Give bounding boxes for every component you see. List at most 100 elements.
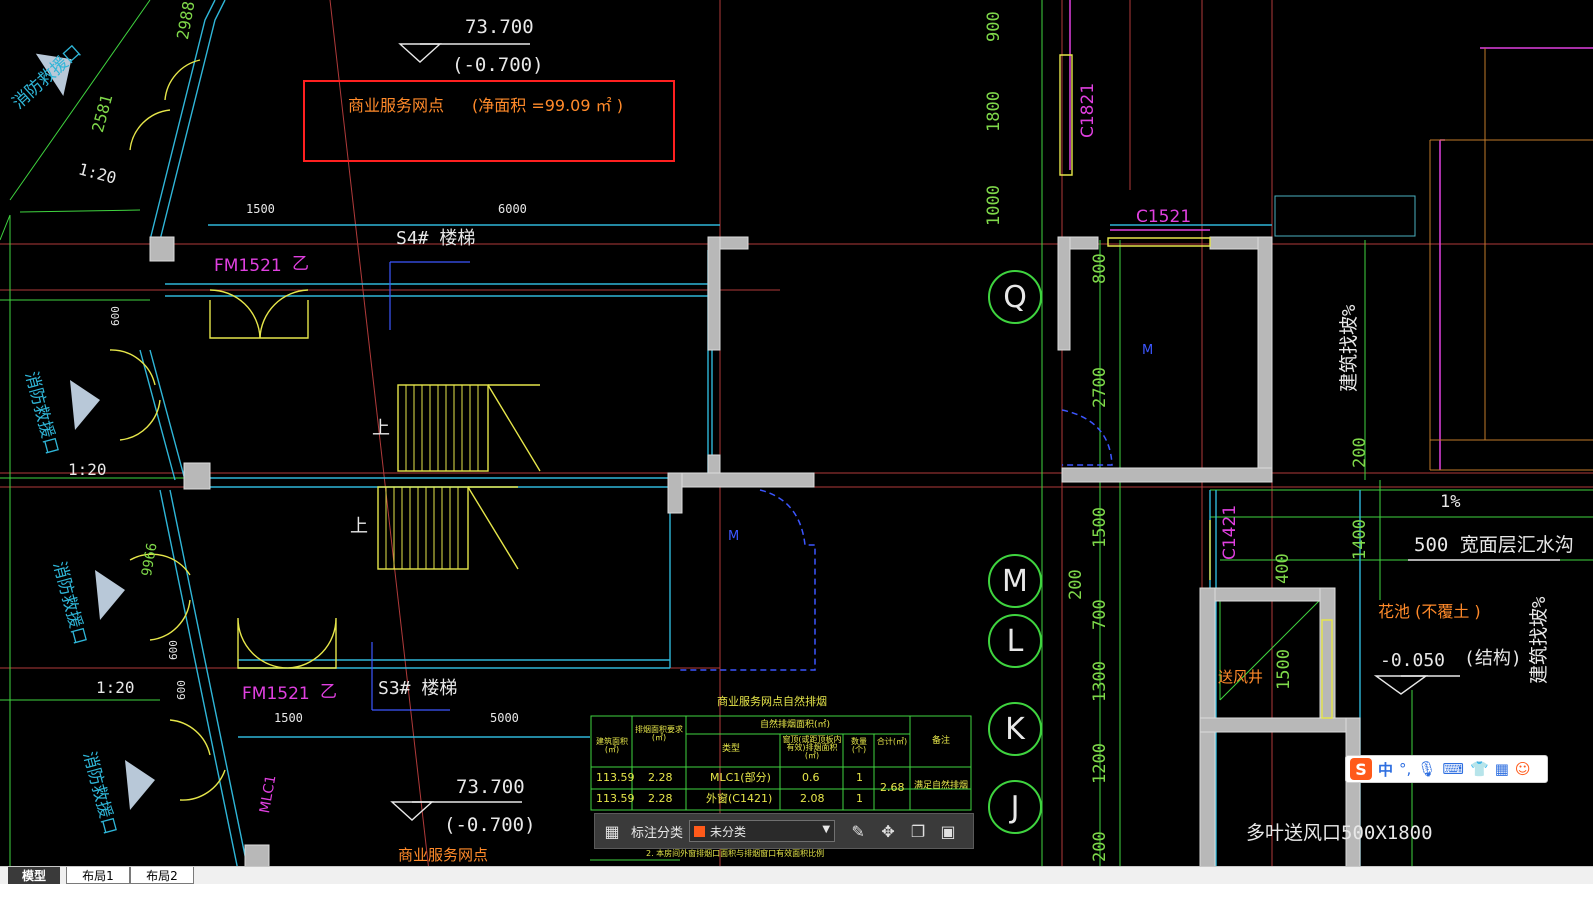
highlight-area: (净面积 =99.09 ㎡ ) bbox=[472, 96, 623, 115]
grid-icon[interactable]: ▦ bbox=[599, 818, 625, 844]
axis-bubble-k: K bbox=[988, 702, 1042, 756]
microphone-icon[interactable]: 🎙 bbox=[1417, 760, 1436, 778]
slope-label-3: 1:20 bbox=[96, 678, 135, 697]
table-cell: 满足自然排烟 bbox=[914, 781, 969, 791]
dimension-6000: 6000 bbox=[498, 202, 527, 216]
dimension-1200: 1200 bbox=[1090, 743, 1110, 784]
stair-s4-label: S4# 楼梯 bbox=[396, 228, 476, 249]
annotation-category-value: 未分类 bbox=[710, 824, 747, 839]
table-cell: 113.59 bbox=[596, 771, 635, 784]
table-header-remarks: 备注 bbox=[932, 736, 951, 746]
annotation-toolbar: ▦ 标注分类 未分类 ▼ ✎ ✥ ❐ ▣ bbox=[594, 813, 974, 849]
axis-bubble-l: L bbox=[988, 614, 1042, 668]
slope-text-1: 建筑找坡% bbox=[1338, 304, 1360, 392]
door-fm1521-top-grade: 乙 bbox=[292, 254, 309, 274]
table-cell: 113.59 bbox=[596, 792, 635, 805]
table-title: 商业服务网点自然排烟 bbox=[717, 695, 827, 708]
window-c1421: C1421 bbox=[1220, 504, 1240, 560]
door-fm1521-top: FM1521 bbox=[214, 256, 282, 276]
slope-percent: 1% bbox=[1440, 492, 1461, 512]
slope-label-2: 1:20 bbox=[68, 460, 107, 479]
door-fm1521-bottom: FM1521 bbox=[242, 684, 310, 704]
table-cell: 2.28 bbox=[648, 771, 673, 784]
dimension-400: 400 bbox=[1273, 553, 1293, 584]
dimension-1500-vertical: 1500 bbox=[1090, 507, 1110, 548]
table-cell: 1 bbox=[856, 771, 863, 784]
cad-drawing-canvas[interactable]: 73.700 (-0.700) 73.700 (-0.700) 商业服务网点 (… bbox=[0, 0, 1593, 880]
gutter-label: 500 宽面层汇水沟 bbox=[1414, 534, 1574, 556]
punctuation-icon[interactable]: °, bbox=[1399, 760, 1411, 778]
dimension-1800: 1800 bbox=[984, 91, 1004, 132]
elevation-bottom-value: 73.700 bbox=[456, 776, 525, 798]
mascot-icon[interactable]: ☺ bbox=[1515, 760, 1531, 778]
annotation-category-select[interactable]: 未分类 ▼ bbox=[689, 820, 836, 842]
dimension-1400: 1400 bbox=[1350, 519, 1370, 560]
tabbar-background bbox=[0, 884, 1593, 899]
table-footnote: 2. 本房间外窗排烟口面积与排烟窗口有效面积比例 bbox=[646, 849, 825, 858]
dimension-200-bottom: 200 bbox=[1090, 831, 1110, 862]
window-600-a: 600 bbox=[109, 306, 122, 326]
axis-bubble-q: Q bbox=[988, 270, 1042, 324]
table-cell: MLC1(部分) bbox=[710, 771, 771, 784]
toolbox-icon[interactable]: ▦ bbox=[1495, 760, 1509, 778]
table-header-natural-area: 自然排烟面积(㎡) bbox=[760, 720, 831, 730]
slope-text-2: 建筑找坡% bbox=[1528, 596, 1550, 684]
paste-icon[interactable]: ▣ bbox=[935, 818, 961, 844]
category-color-swatch bbox=[694, 825, 706, 837]
dimension-1300: 1300 bbox=[1090, 661, 1110, 702]
table-cell: 2.68 bbox=[880, 781, 905, 794]
skin-icon[interactable]: 👕 bbox=[1470, 760, 1489, 778]
door-tag-2: M bbox=[728, 529, 740, 544]
annotation-category-label: 标注分类 bbox=[631, 825, 684, 841]
dimension-700: 700 bbox=[1090, 599, 1110, 630]
elevation-top-value: 73.700 bbox=[465, 16, 534, 38]
table-cell: 2.08 bbox=[800, 792, 825, 805]
ime-mode-toggle[interactable]: 中 bbox=[1378, 759, 1393, 780]
copy-icon[interactable]: ❐ bbox=[905, 818, 931, 844]
axis-bubble-j: J bbox=[988, 780, 1042, 834]
ime-toolbar: S 中 °, 🎙 ⌨ 👕 ▦ ☺ bbox=[1345, 755, 1548, 783]
dimension-800: 800 bbox=[1090, 253, 1110, 284]
stair-up-label-2: 上 bbox=[350, 516, 368, 537]
planter-elevation: -0.050 bbox=[1380, 650, 1446, 671]
window-c1521: C1521 bbox=[1136, 207, 1192, 227]
tab-model[interactable]: 模型 bbox=[8, 867, 60, 884]
dimension-900: 900 bbox=[984, 11, 1004, 42]
table-header-building-area: 建筑面积(㎡) bbox=[596, 737, 628, 754]
planter-elevation-note: (结构) bbox=[1464, 648, 1522, 669]
tab-layout-2[interactable]: 布局2 bbox=[130, 867, 194, 884]
layout-tab-bar: 模型 布局1 布局2 bbox=[0, 866, 1593, 899]
dimension-2700: 2700 bbox=[1090, 367, 1110, 408]
move-icon[interactable]: ✥ bbox=[875, 818, 901, 844]
stair-s3-label: S3# 楼梯 bbox=[378, 678, 458, 699]
elevation-bottom-sub: (-0.700) bbox=[444, 814, 536, 836]
window-600-c: 600 bbox=[175, 680, 188, 700]
edit-icon[interactable]: ✎ bbox=[845, 818, 871, 844]
dimension-1000: 1000 bbox=[984, 185, 1004, 226]
dimension-200-vertical: 200 bbox=[1066, 569, 1086, 600]
planter-label: 花池 (不覆土 ) bbox=[1378, 602, 1481, 621]
window-c1821: C1821 bbox=[1078, 82, 1098, 138]
door-tag-1: M bbox=[1142, 343, 1154, 358]
table-cell: 1 bbox=[856, 792, 863, 805]
stair-up-label-1: 上 bbox=[372, 418, 390, 439]
axis-bubble-m: M bbox=[988, 554, 1042, 608]
table-header-total: 合计(㎡) bbox=[876, 737, 908, 746]
window-600-b: 600 bbox=[167, 640, 180, 660]
keyboard-icon[interactable]: ⌨ bbox=[1442, 760, 1464, 778]
door-fm1521-bottom-grade: 乙 bbox=[320, 682, 337, 702]
table-cell: 2.28 bbox=[648, 792, 673, 805]
table-header-count: 数量(个) bbox=[851, 737, 867, 754]
chevron-down-icon: ▼ bbox=[822, 824, 831, 835]
table-header-window-area: 窗顶(或距顶板内有效)排烟面积(㎡) bbox=[782, 735, 842, 760]
dimension-1500-bottom: 1500 bbox=[274, 711, 303, 725]
table-header-required-area: 排烟面积要求(㎡) bbox=[635, 725, 683, 742]
table-cell: 外窗(C1421) bbox=[706, 792, 773, 805]
dimension-5000: 5000 bbox=[490, 711, 519, 725]
elevation-top-sub: (-0.700) bbox=[452, 54, 544, 76]
ime-logo-icon[interactable]: S bbox=[1350, 758, 1372, 780]
dimension-1500-right: 1500 bbox=[1274, 649, 1294, 690]
table-cell: 0.6 bbox=[802, 771, 820, 784]
bottom-shop-label: 商业服务网点 bbox=[398, 846, 489, 864]
tab-layout-1[interactable]: 布局1 bbox=[66, 867, 130, 884]
